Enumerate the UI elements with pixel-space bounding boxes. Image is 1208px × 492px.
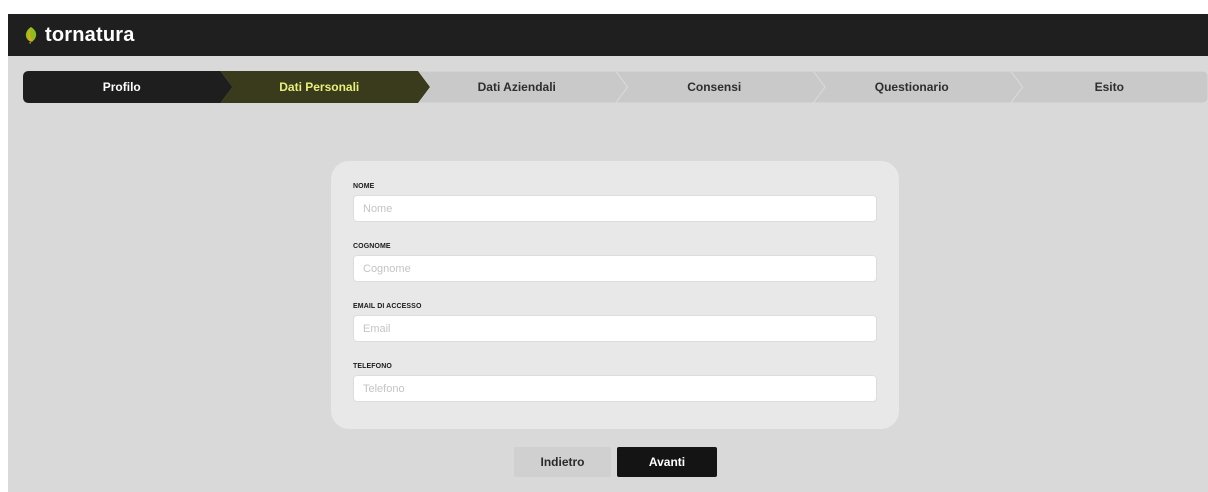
personal-data-form: NOME COGNOME EMAIL DI ACCESSO TELEFONO bbox=[331, 161, 899, 429]
leaf-logo-icon bbox=[22, 26, 40, 44]
progress-stepper: Profilo Dati Personali Dati Aziendali Co… bbox=[23, 71, 1208, 103]
brand-name: tornatura bbox=[45, 24, 135, 46]
nome-label: NOME bbox=[353, 183, 375, 190]
next-button[interactable]: Avanti bbox=[617, 447, 717, 477]
step-consensi[interactable]: Consensi bbox=[620, 71, 810, 103]
nome-input[interactable] bbox=[353, 195, 877, 222]
step-dati-personali[interactable]: Dati Personali bbox=[225, 71, 415, 103]
telefono-input[interactable] bbox=[353, 375, 877, 402]
brand[interactable]: tornatura bbox=[22, 14, 135, 56]
step-esito[interactable]: Esito bbox=[1015, 71, 1205, 103]
email-input[interactable] bbox=[353, 315, 877, 342]
cognome-input[interactable] bbox=[353, 255, 877, 282]
step-dati-aziendali[interactable]: Dati Aziendali bbox=[422, 71, 612, 103]
back-button[interactable]: Indietro bbox=[514, 447, 611, 477]
email-label: EMAIL DI ACCESSO bbox=[353, 303, 422, 310]
top-navigation-bar: tornatura bbox=[8, 14, 1208, 56]
cognome-label: COGNOME bbox=[353, 243, 391, 250]
step-questionario[interactable]: Questionario bbox=[817, 71, 1007, 103]
step-profilo[interactable]: Profilo bbox=[27, 71, 217, 103]
telefono-label: TELEFONO bbox=[353, 363, 392, 370]
app-window: tornatura Profilo Dati Personali Dati Az… bbox=[8, 14, 1208, 492]
